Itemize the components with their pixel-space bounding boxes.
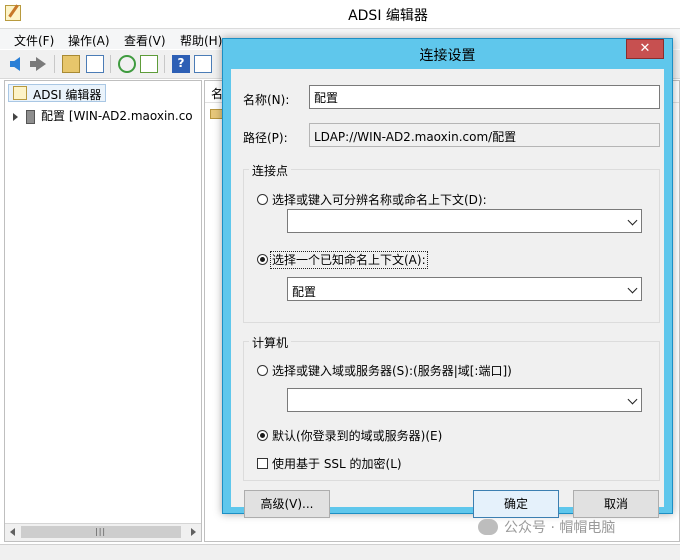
back-arrow-icon[interactable] xyxy=(8,55,26,73)
radio-default-indicator[interactable] xyxy=(257,430,268,441)
menu-view[interactable]: 查看(V) xyxy=(124,32,166,49)
status-bar xyxy=(0,544,680,560)
radio-default-server[interactable]: 默认(你登录到的域或服务器)(E) xyxy=(257,427,442,444)
radio-server-label: 选择或键入域或服务器(S):(服务器|域[:端口]) xyxy=(272,364,512,378)
ssl-checkbox-row[interactable]: 使用基于 SSL 的加密(L) xyxy=(257,455,402,472)
name-label: 名称(N): xyxy=(243,93,290,107)
refresh-icon[interactable] xyxy=(118,55,136,73)
dialog-title: 连接设置 xyxy=(419,48,476,64)
radio-dn-indicator[interactable] xyxy=(257,194,268,205)
show-hide-tree-icon[interactable] xyxy=(86,55,104,73)
main-window-title: ADSI 编辑器 xyxy=(348,8,428,24)
computer-group-label: 计算机 xyxy=(249,334,292,351)
forward-arrow-icon[interactable] xyxy=(30,55,48,73)
tree-node-label: 配置 [WIN-AD2.maoxin.co xyxy=(41,109,193,123)
watermark: 公众号 · 帽帽电脑 xyxy=(478,517,615,537)
radio-known-label: 选择一个已知命名上下文(A): xyxy=(270,251,428,269)
up-folder-icon[interactable] xyxy=(62,55,80,73)
chevron-down-icon[interactable] xyxy=(627,215,638,226)
name-input[interactable] xyxy=(309,85,660,109)
scroll-grip-icon: ||| xyxy=(95,527,107,536)
tree-root-node[interactable]: ADSI 编辑器 xyxy=(8,84,107,102)
menu-help[interactable]: 帮助(H) xyxy=(180,32,222,49)
radio-default-label: 默认(你登录到的域或服务器)(E) xyxy=(272,429,443,443)
ssl-checkbox-label: 使用基于 SSL 的加密(L) xyxy=(272,457,402,471)
known-context-combo[interactable]: 配置 xyxy=(287,277,642,301)
ok-button[interactable]: 确定 xyxy=(473,490,559,518)
close-button[interactable]: ✕ xyxy=(626,39,664,59)
menu-file[interactable]: 文件(F) xyxy=(14,32,54,49)
distinguished-name-combo[interactable] xyxy=(287,209,642,233)
export-list-icon[interactable] xyxy=(140,55,158,73)
radio-dn-label: 选择或键入可分辨名称或命名上下文(D): xyxy=(272,193,487,207)
ssl-checkbox[interactable] xyxy=(257,458,268,469)
wechat-icon xyxy=(478,519,498,535)
tree-root-label: ADSI 编辑器 xyxy=(33,88,102,102)
scroll-left-icon[interactable] xyxy=(10,528,15,536)
domain-server-combo[interactable] xyxy=(287,388,642,412)
tree-node-configuration[interactable]: 配置 [WIN-AD2.maoxin.co xyxy=(13,107,193,124)
adsi-editor-icon xyxy=(13,86,27,100)
cancel-button[interactable]: 取消 xyxy=(573,490,659,518)
main-title-bar: ADSI 编辑器 xyxy=(0,0,680,29)
menu-action[interactable]: 操作(A) xyxy=(68,32,110,49)
known-context-value: 配置 xyxy=(292,285,317,299)
expand-arrow-icon[interactable] xyxy=(13,112,18,121)
advanced-button[interactable]: 高级(V)... xyxy=(244,490,330,518)
horizontal-scrollbar[interactable]: ||| xyxy=(5,523,201,541)
path-field: LDAP://WIN-AD2.maoxin.com/配置 xyxy=(309,123,660,147)
chevron-down-icon[interactable] xyxy=(627,394,638,405)
dialog-client-area: 名称(N): 路径(P): LDAP://WIN-AD2.maoxin.com/… xyxy=(231,69,664,518)
action-pane-icon[interactable] xyxy=(194,55,212,73)
connection-settings-dialog: 连接设置 ✕ 名称(N): 路径(P): LDAP://WIN-AD2.maox… xyxy=(222,38,673,518)
radio-known-context[interactable]: 选择一个已知命名上下文(A): xyxy=(257,251,428,269)
tree-pane: ADSI 编辑器 配置 [WIN-AD2.maoxin.co ||| xyxy=(4,80,202,542)
scroll-right-icon[interactable] xyxy=(191,528,196,536)
watermark-text: 公众号 · 帽帽电脑 xyxy=(504,520,616,536)
connection-point-group-label: 连接点 xyxy=(249,162,292,179)
help-icon[interactable]: ? xyxy=(172,55,190,73)
radio-server-indicator[interactable] xyxy=(257,365,268,376)
chevron-down-icon[interactable] xyxy=(627,283,638,294)
server-icon xyxy=(26,109,35,124)
path-label: 路径(P): xyxy=(243,131,288,145)
radio-domain-server[interactable]: 选择或键入域或服务器(S):(服务器|域[:端口]) xyxy=(257,362,512,379)
radio-known-indicator[interactable] xyxy=(257,254,268,265)
radio-distinguished-name[interactable]: 选择或键入可分辨名称或命名上下文(D): xyxy=(257,191,487,208)
